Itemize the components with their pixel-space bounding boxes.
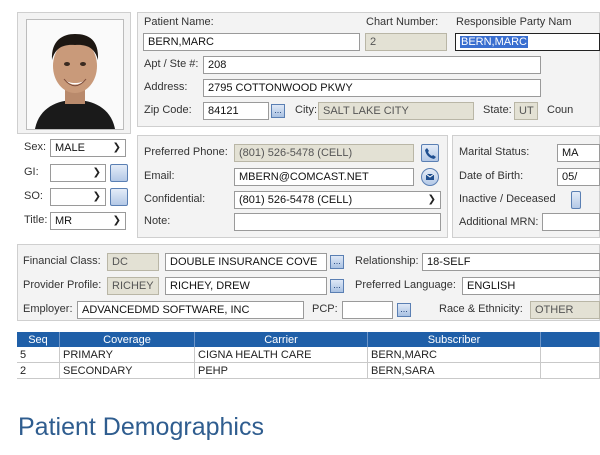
- address-field[interactable]: 2795 COTTONWOOD PKWY: [203, 79, 541, 97]
- note-field[interactable]: [234, 213, 441, 231]
- chevron-down-icon: ❯: [112, 142, 121, 153]
- chevron-down-icon: ❯: [427, 194, 436, 205]
- row-carrier: CIGNA HEALTH CARE: [194, 347, 368, 363]
- row-extra: [540, 362, 600, 379]
- column-header-coverage[interactable]: Coverage: [59, 332, 195, 347]
- financial-class-code: DC: [107, 253, 159, 271]
- county-label: Coun: [547, 104, 574, 116]
- chart-number-field: 2: [365, 33, 447, 51]
- preferred-language-label: Preferred Language:: [355, 279, 456, 291]
- sex-select[interactable]: MALE ❯: [50, 139, 126, 157]
- confidential-value: (801) 526-5478 (CELL): [239, 194, 353, 206]
- financial-class-field[interactable]: DOUBLE INSURANCE COVE: [165, 253, 327, 271]
- city-field: SALT LAKE CITY: [318, 102, 474, 120]
- relationship-label: Relationship:: [355, 255, 419, 267]
- provider-profile-field[interactable]: RICHEY, DREW: [165, 277, 327, 295]
- zip-code-label: Zip Code:: [144, 104, 192, 116]
- city-label: City:: [295, 104, 317, 116]
- marital-status-label: Marital Status:: [459, 146, 530, 158]
- responsible-party-label: Responsible Party Nam: [456, 16, 572, 28]
- additional-mrn-field[interactable]: [542, 213, 600, 231]
- state-label: State:: [483, 104, 512, 116]
- pcp-field[interactable]: [342, 301, 393, 319]
- patient-name-field[interactable]: BERN,MARC: [143, 33, 360, 51]
- race-ethnicity-label: Race & Ethnicity:: [439, 303, 523, 315]
- table-row[interactable]: 5 PRIMARY CIGNA HEALTH CARE BERN,MARC: [17, 347, 600, 363]
- column-header-seq[interactable]: Seq: [17, 332, 60, 347]
- provider-profile-code: RICHEY: [107, 277, 159, 295]
- address-label: Address:: [144, 81, 188, 93]
- preferred-language-field[interactable]: ENGLISH: [462, 277, 600, 295]
- race-ethnicity-field: OTHER: [530, 301, 600, 319]
- marital-status-field[interactable]: MA: [557, 144, 600, 162]
- email-icon[interactable]: [421, 168, 439, 186]
- row-subscriber: BERN,MARC: [367, 347, 541, 363]
- chart-number-label: Chart Number:: [366, 16, 439, 28]
- patient-photo[interactable]: [26, 19, 124, 130]
- financial-class-lookup-button[interactable]: ...: [330, 255, 344, 269]
- provider-profile-label: Provider Profile:: [23, 279, 102, 291]
- financial-class-label: Financial Class:: [23, 255, 101, 267]
- zip-lookup-button[interactable]: ...: [271, 104, 285, 118]
- note-label: Note:: [144, 215, 171, 227]
- additional-mrn-label: Additional MRN:: [459, 216, 539, 228]
- patient-name-label: Patient Name:: [144, 16, 214, 28]
- row-subscriber: BERN,SARA: [367, 362, 541, 379]
- title-select[interactable]: MR ❯: [50, 212, 126, 230]
- so-lookup-button[interactable]: [110, 188, 128, 206]
- row-coverage: PRIMARY: [59, 347, 195, 363]
- inactive-deceased-button[interactable]: [571, 191, 581, 209]
- preferred-phone-label: Preferred Phone:: [144, 146, 228, 158]
- responsible-party-field[interactable]: BERN,MARC: [455, 33, 600, 51]
- date-of-birth-field[interactable]: 05/: [557, 168, 600, 186]
- row-extra: [540, 347, 600, 363]
- state-field: UT: [514, 102, 538, 120]
- pcp-label: PCP:: [312, 303, 338, 315]
- gi-lookup-button[interactable]: [110, 164, 128, 182]
- insurance-header-row: Seq Coverage Carrier Subscriber: [17, 332, 600, 347]
- so-select[interactable]: ❯: [50, 188, 106, 206]
- row-seq: 2: [17, 362, 60, 379]
- date-of-birth-label: Date of Birth:: [459, 170, 524, 182]
- employer-label: Employer:: [23, 303, 73, 315]
- gi-label: GI:: [24, 166, 39, 178]
- email-field[interactable]: MBERN@COMCAST.NET: [234, 168, 414, 186]
- email-label: Email:: [144, 170, 175, 182]
- zip-code-field[interactable]: 84121: [203, 102, 269, 120]
- apt-ste-field[interactable]: 208: [203, 56, 541, 74]
- gi-select[interactable]: ❯: [50, 164, 106, 182]
- chevron-down-icon: ❯: [112, 215, 121, 226]
- pcp-lookup-button[interactable]: ...: [397, 303, 411, 317]
- column-header-extra: [540, 332, 600, 347]
- chevron-down-icon: ❯: [92, 167, 101, 178]
- row-carrier: PEHP: [194, 362, 368, 379]
- table-row[interactable]: 2 SECONDARY PEHP BERN,SARA: [17, 362, 600, 379]
- responsible-party-value: BERN,MARC: [460, 36, 529, 48]
- employer-field[interactable]: ADVANCEDMD SOFTWARE, INC: [77, 301, 304, 319]
- confidential-label: Confidential:: [144, 193, 206, 205]
- apt-ste-label: Apt / Ste #:: [144, 58, 199, 70]
- row-seq: 5: [17, 347, 60, 363]
- sex-value: MALE: [55, 142, 85, 154]
- provider-lookup-button[interactable]: ...: [330, 279, 344, 293]
- patient-photo-image: [27, 20, 123, 129]
- title-value: MR: [55, 215, 73, 227]
- insurance-table: Seq Coverage Carrier Subscriber 5 PRIMAR…: [17, 332, 600, 379]
- chevron-down-icon: ❯: [92, 191, 101, 202]
- column-header-subscriber[interactable]: Subscriber: [367, 332, 541, 347]
- row-coverage: SECONDARY: [59, 362, 195, 379]
- page-caption: Patient Demographics: [18, 413, 264, 441]
- preferred-phone-field: (801) 526-5478 (CELL): [234, 144, 414, 162]
- title-label: Title:: [24, 214, 48, 226]
- relationship-field[interactable]: 18-SELF: [422, 253, 600, 271]
- sex-label: Sex:: [24, 141, 47, 153]
- column-header-carrier[interactable]: Carrier: [194, 332, 368, 347]
- so-label: SO:: [24, 190, 43, 202]
- confidential-select[interactable]: (801) 526-5478 (CELL) ❯: [234, 191, 441, 209]
- inactive-deceased-label: Inactive / Deceased: [459, 193, 556, 205]
- phone-icon[interactable]: [421, 144, 439, 162]
